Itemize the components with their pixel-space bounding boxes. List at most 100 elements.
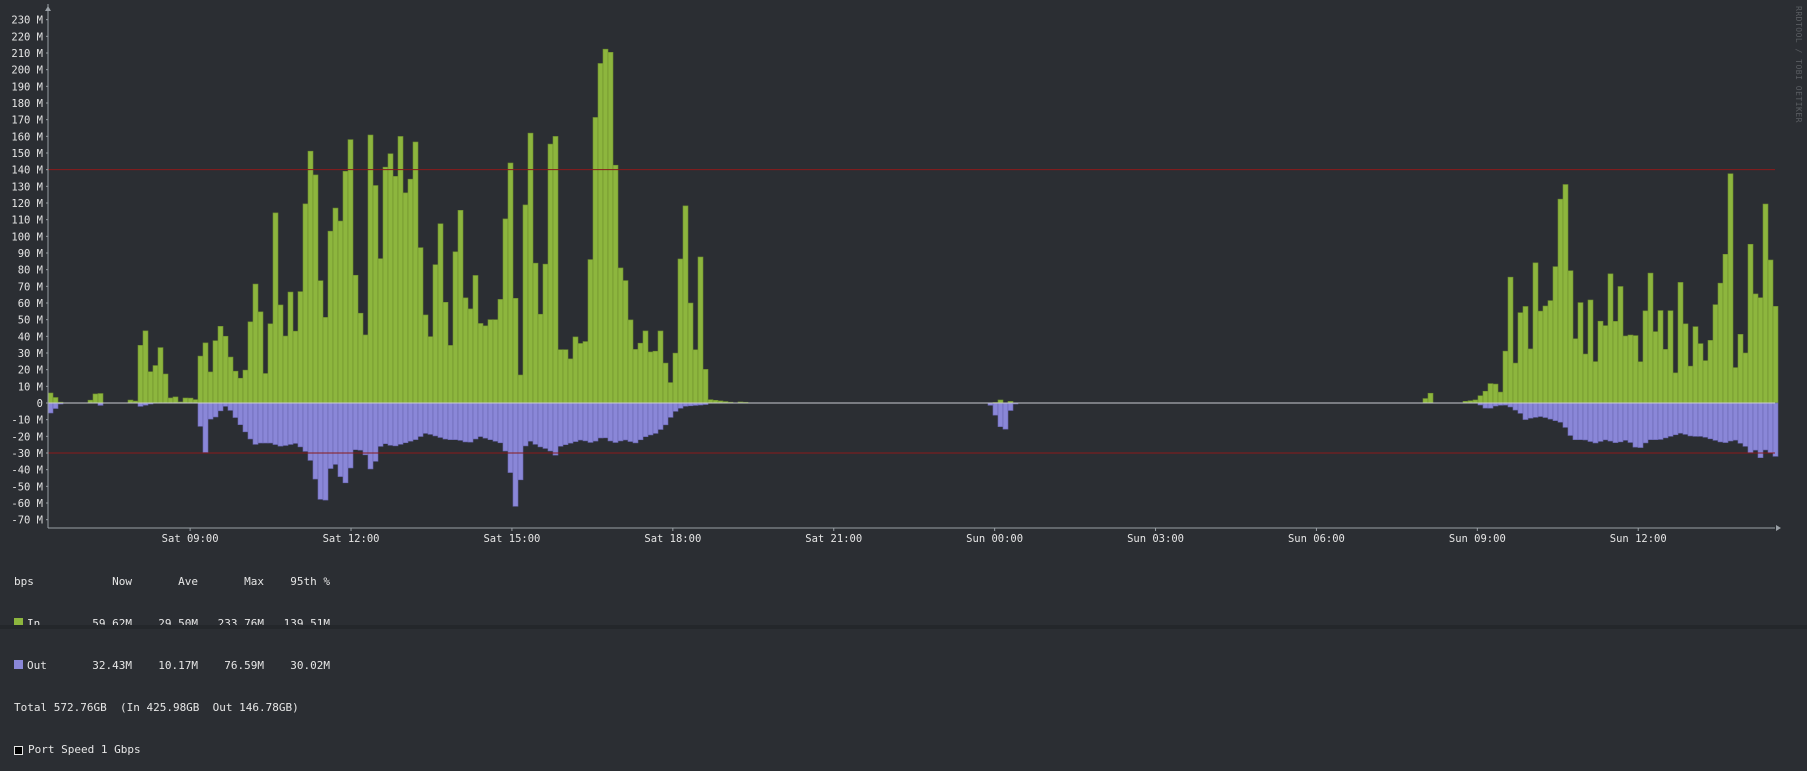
- bar-out: [1537, 402, 1544, 417]
- bar-in: [1597, 320, 1604, 404]
- bar-out: [232, 402, 239, 418]
- y-tick-label: 60 M: [18, 298, 43, 310]
- bar-out: [392, 402, 399, 447]
- bar-in: [537, 313, 544, 404]
- bar-in: [1422, 398, 1429, 404]
- bar-out: [367, 402, 374, 470]
- bar-out: [317, 402, 324, 500]
- bar-in: [687, 302, 694, 404]
- y-tick-label: 0: [37, 398, 43, 410]
- y-tick-label: 70 M: [18, 281, 43, 293]
- bar-in: [447, 345, 454, 404]
- bar-out: [207, 402, 214, 420]
- bar-out: [1662, 402, 1669, 439]
- bar-in: [527, 132, 534, 404]
- bar-in: [167, 397, 174, 404]
- y-tick-label: -40 M: [11, 465, 43, 477]
- bar-out: [1717, 402, 1724, 443]
- bar-out: [1767, 402, 1774, 454]
- bar-in: [472, 275, 479, 404]
- x-tick-label: Sun 03:00: [1127, 533, 1184, 545]
- bar-out: [417, 402, 424, 437]
- bar-out: [1722, 402, 1729, 443]
- bar-out: [1707, 402, 1714, 440]
- bar-in: [612, 164, 619, 404]
- bar-in: [92, 393, 99, 404]
- bar-out: [477, 402, 484, 437]
- bar-out: [442, 402, 449, 440]
- bar-in: [1747, 243, 1754, 404]
- bar-in: [592, 117, 599, 404]
- bar-out: [212, 402, 219, 418]
- bar-out: [1557, 402, 1564, 423]
- bar-in: [337, 220, 344, 404]
- bar-out: [242, 402, 249, 433]
- bar-in: [1427, 392, 1434, 404]
- bar-out: [1637, 402, 1644, 448]
- bar-in: [1592, 361, 1599, 404]
- bar-out: [377, 402, 384, 447]
- bar-out: [512, 402, 519, 507]
- bar-in: [252, 283, 259, 404]
- bar-out: [1632, 402, 1639, 448]
- bar-out: [1667, 402, 1674, 437]
- bar-out: [1507, 402, 1514, 408]
- bar-out: [1597, 402, 1604, 442]
- y-tick-label: -30 M: [11, 448, 43, 460]
- bar-out: [1737, 402, 1744, 444]
- bar-out: [332, 402, 339, 465]
- bar-in: [1527, 348, 1534, 404]
- bar-out: [412, 402, 419, 440]
- bar-in: [1497, 391, 1504, 404]
- bar-in: [407, 178, 414, 404]
- bar-in: [567, 358, 574, 404]
- bar-in: [1737, 334, 1744, 404]
- bar-in: [477, 323, 484, 404]
- bar-out: [1562, 402, 1569, 428]
- bar-in: [412, 141, 419, 404]
- bar-in: [1582, 353, 1589, 404]
- bar-out: [337, 402, 344, 477]
- bar-in: [1697, 343, 1704, 404]
- bar-in: [1612, 321, 1619, 404]
- bar-in: [1722, 253, 1729, 404]
- bar-in: [637, 342, 644, 404]
- bar-out: [347, 402, 354, 469]
- y-tick-label: 210 M: [11, 48, 43, 60]
- y-tick-label: 20 M: [18, 365, 43, 377]
- bar-in: [1562, 184, 1569, 404]
- bar-in: [532, 262, 539, 404]
- bar-out: [557, 402, 564, 447]
- y-tick-label: -10 M: [11, 415, 43, 427]
- bar-out: [642, 402, 649, 437]
- bar-in: [662, 362, 669, 404]
- bar-out: [537, 402, 544, 448]
- traffic-chart: 230 M 220 M 210 M 200 M 190 M 180 M 170 M 160 M…: [11, 4, 1781, 545]
- y-tick-label: 120 M: [11, 198, 43, 210]
- bar-out: [622, 402, 629, 441]
- bar-in: [697, 256, 704, 404]
- bar-out: [517, 402, 524, 481]
- bar-out: [572, 402, 579, 442]
- bar-out: [482, 402, 489, 439]
- bar-out: [1532, 402, 1539, 418]
- bar-out: [602, 402, 609, 439]
- y-tick-label: 100 M: [11, 231, 43, 243]
- x-tick-label: Sat 18:00: [644, 533, 701, 545]
- x-tick-label: Sun 12:00: [1610, 533, 1667, 545]
- bar-in: [1672, 372, 1679, 404]
- x-tick-label: Sat 09:00: [162, 533, 219, 545]
- bar-in: [217, 326, 224, 404]
- x-tick-label: Sun 06:00: [1288, 533, 1345, 545]
- bar-out: [292, 402, 299, 444]
- bar-out: [992, 402, 999, 416]
- bar-in: [332, 207, 339, 404]
- bar-out: [227, 402, 234, 411]
- bar-out: [1762, 402, 1769, 451]
- bar-in: [267, 323, 274, 404]
- bar-in: [1637, 361, 1644, 404]
- bar-out: [567, 402, 574, 444]
- y-tick-label: 160 M: [11, 131, 43, 143]
- bar-in: [1607, 273, 1614, 404]
- bar-in: [1502, 350, 1509, 404]
